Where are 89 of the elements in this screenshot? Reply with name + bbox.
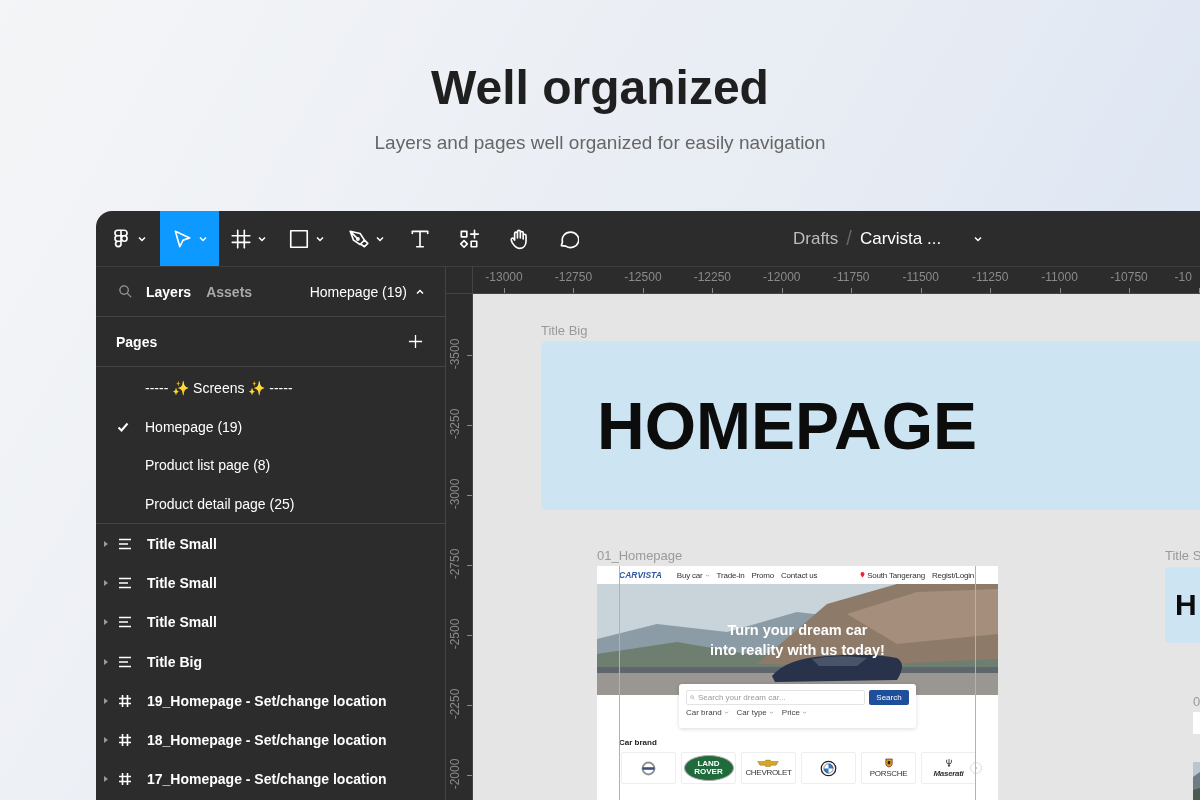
ruler-label: -11000 bbox=[1040, 270, 1079, 284]
hash-icon bbox=[118, 733, 132, 748]
expand-arrow-icon[interactable] bbox=[103, 539, 109, 548]
page-subtitle: Layers and pages well organized for easily navigation bbox=[374, 132, 826, 154]
hero-headline: Turn your dream car bbox=[727, 621, 868, 640]
frame-label: Title S bbox=[1165, 548, 1200, 563]
caret-icon bbox=[704, 572, 710, 578]
location-text: South Tangerang bbox=[867, 570, 925, 580]
location-pin-icon bbox=[860, 572, 866, 578]
text-layer-icon bbox=[118, 575, 132, 590]
expand-arrow-icon[interactable] bbox=[103, 775, 109, 784]
oval-logo: LAND ROVER bbox=[683, 755, 734, 781]
expand-arrow-icon[interactable] bbox=[103, 696, 109, 705]
ruler-label: -11250 bbox=[970, 270, 1010, 284]
current-page[interactable]: Homepage (19) bbox=[309, 283, 407, 300]
caret-icon bbox=[768, 710, 774, 715]
layer-item[interactable]: 19_Homepage - Set/change location bbox=[96, 681, 445, 721]
site-logo: CARVISTA bbox=[619, 570, 662, 580]
panel-tab[interactable]: Layers bbox=[146, 283, 192, 300]
frame-label: Title Big bbox=[541, 323, 588, 338]
pages-heading: Pages bbox=[116, 333, 158, 350]
bowtie-logo-icon bbox=[757, 759, 780, 767]
brand-wordmark: Maserati bbox=[933, 769, 964, 778]
hash-icon bbox=[118, 693, 132, 708]
page-item[interactable]: ----- ✨ Screens ✨ ----- bbox=[96, 369, 445, 408]
page-item[interactable]: Product list page (8) bbox=[96, 446, 445, 485]
filter-option: Car type bbox=[736, 708, 774, 717]
ruler-label: -3250 bbox=[448, 407, 462, 442]
expand-arrow-icon[interactable] bbox=[103, 618, 109, 627]
ruler-label: -13000 bbox=[484, 270, 524, 284]
frame-label: 0 bbox=[1193, 694, 1200, 709]
search-icon bbox=[690, 695, 695, 700]
panel-tab[interactable]: Assets bbox=[206, 283, 253, 300]
ruler-label: -12250 bbox=[692, 270, 733, 284]
hash-icon bbox=[229, 227, 252, 250]
layer-item[interactable]: Title Small bbox=[96, 524, 445, 564]
text-layer-icon bbox=[118, 615, 132, 630]
hero-headline: into reality with us today! bbox=[710, 641, 885, 660]
ruler-label: -2500 bbox=[448, 617, 462, 652]
frame-title: HOMEPAGE bbox=[597, 387, 978, 464]
filter-option: Price bbox=[781, 708, 808, 717]
pen-icon bbox=[347, 227, 370, 250]
brand-wordmark: PORSCHE bbox=[869, 769, 908, 778]
breadcrumb-folder[interactable]: Drafts bbox=[793, 228, 839, 249]
ruler-label: -2000 bbox=[448, 757, 462, 792]
roundel-logo-icon bbox=[820, 759, 837, 777]
section-heading: Car brand bbox=[619, 738, 657, 747]
layer-item[interactable]: 17_Homepage - Set/change location bbox=[96, 759, 445, 800]
square-icon bbox=[287, 227, 310, 250]
ruler-label: -10 bbox=[1174, 270, 1193, 284]
text-tool-icon bbox=[409, 227, 431, 250]
layer-item[interactable]: Title Big bbox=[96, 641, 445, 682]
page-title: Well organized bbox=[431, 60, 769, 116]
search-icon[interactable] bbox=[118, 284, 133, 299]
ruler-label: -12750 bbox=[553, 270, 594, 284]
layer-item[interactable]: Title Small bbox=[96, 602, 445, 642]
ruler-label: -11750 bbox=[832, 270, 871, 284]
ruler-label: -3500 bbox=[448, 337, 462, 372]
expand-arrow-icon[interactable] bbox=[103, 736, 109, 745]
ruler-label: -10750 bbox=[1109, 270, 1149, 284]
ring-logo-icon bbox=[640, 759, 657, 777]
trident-logo-icon bbox=[944, 758, 953, 768]
layer-item[interactable]: Title Small bbox=[96, 563, 445, 603]
breadcrumb-separator: / bbox=[846, 227, 852, 250]
shapes-grid-icon bbox=[458, 227, 480, 250]
file-name[interactable]: Carvista ... bbox=[859, 228, 942, 249]
ruler-label: -12000 bbox=[762, 270, 802, 284]
page-item[interactable]: Homepage (19) bbox=[96, 407, 445, 446]
page-item[interactable]: Product detail page (25) bbox=[96, 484, 445, 523]
frame-label: 01_Homepage bbox=[597, 548, 683, 563]
frame-title: H bbox=[1175, 588, 1197, 622]
hash-icon bbox=[118, 772, 132, 787]
ruler-label: -2250 bbox=[448, 687, 462, 722]
expand-arrow-icon[interactable] bbox=[103, 578, 109, 587]
text-layer-icon bbox=[118, 536, 132, 551]
text-layer-icon bbox=[118, 654, 132, 669]
crest-logo-icon bbox=[884, 758, 893, 768]
ruler-label: -3000 bbox=[448, 477, 462, 512]
ruler-label: -12500 bbox=[623, 270, 663, 284]
add-icon[interactable] bbox=[408, 334, 423, 349]
ruler-label: -11500 bbox=[901, 270, 940, 284]
caret-icon bbox=[802, 710, 808, 715]
caret-icon bbox=[723, 710, 729, 715]
brand-wordmark: CHEVROLET bbox=[745, 768, 792, 777]
filter-option: Car brand bbox=[686, 708, 729, 717]
hand-icon bbox=[508, 227, 530, 250]
ruler-label: -2750 bbox=[448, 547, 462, 582]
layer-item[interactable]: 18_Homepage - Set/change location bbox=[96, 720, 445, 760]
expand-arrow-icon[interactable] bbox=[103, 657, 109, 666]
